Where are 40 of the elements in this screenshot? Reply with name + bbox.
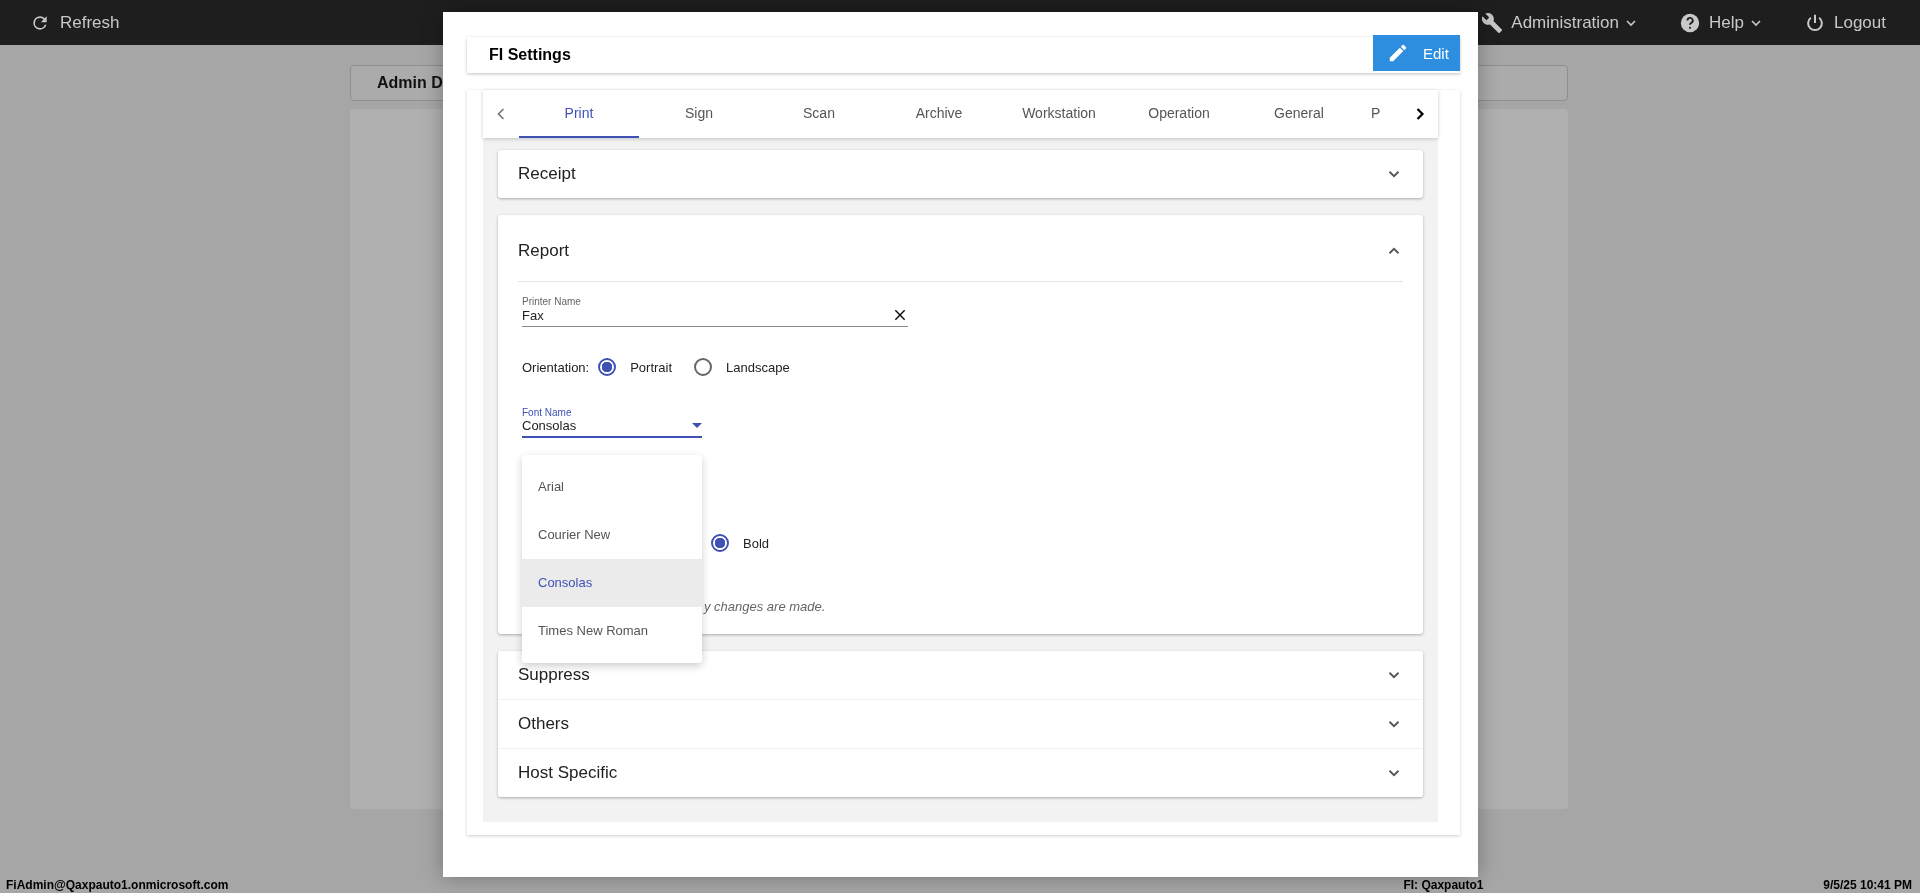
close-icon[interactable] (892, 307, 908, 323)
tab[interactable]: General (1239, 90, 1359, 138)
dropdown-arrow-icon (692, 423, 702, 428)
tab[interactable]: P (1359, 90, 1381, 138)
radio-label: Landscape (726, 359, 790, 375)
radio-label: Bold (743, 535, 770, 551)
tab[interactable]: Operation (1119, 90, 1239, 138)
text-field[interactable]: Printer Name Fax (522, 296, 908, 327)
menu-option[interactable]: Courier New (522, 511, 702, 559)
institution-name: FI: Qaxpauto1 (1403, 878, 1484, 892)
date-time: 9/5/25 10:41 PM (1823, 878, 1912, 892)
section-title[interactable]: Report (518, 241, 570, 261)
tab[interactable]: Archive (879, 90, 999, 138)
radio-button[interactable] (694, 358, 713, 376)
tab[interactable]: Scan (759, 90, 879, 138)
user-email: FiAdmin@Qaxpauto1.onmicrosoft.com (6, 878, 229, 892)
radio-button[interactable] (711, 534, 729, 552)
menu-button[interactable]: Logout (1798, 7, 1892, 38)
menu-option[interactable]: Consolas (522, 559, 702, 607)
section-title[interactable]: Receipt (518, 164, 576, 184)
radio-button[interactable] (598, 358, 617, 376)
pencil-icon (1387, 42, 1409, 64)
menu-option[interactable]: Arial (522, 463, 702, 511)
section-title[interactable]: Host Specific (518, 763, 618, 783)
dialog-title: FI Settings (489, 46, 571, 64)
tab[interactable]: Sign (639, 90, 759, 138)
refresh-button[interactable]: Refresh (24, 8, 126, 37)
section-title[interactable]: Suppress (518, 665, 590, 685)
wrench-icon (1481, 11, 1504, 34)
menu-button[interactable]: Administration (1475, 7, 1646, 38)
field-label: Orientation: (522, 359, 590, 375)
menu-button[interactable]: Help (1673, 7, 1770, 38)
section-title[interactable]: Others (518, 714, 570, 734)
radio-label: Portrait (630, 359, 673, 375)
help-icon (1679, 11, 1702, 34)
tab[interactable]: Workstation (999, 90, 1119, 138)
hint-text: y changes are made. (704, 599, 826, 614)
dropdown-field[interactable]: Font Name Consolas (522, 407, 702, 438)
card-title: Admin D (377, 74, 443, 92)
menu-option[interactable]: Times New Roman (522, 607, 702, 655)
